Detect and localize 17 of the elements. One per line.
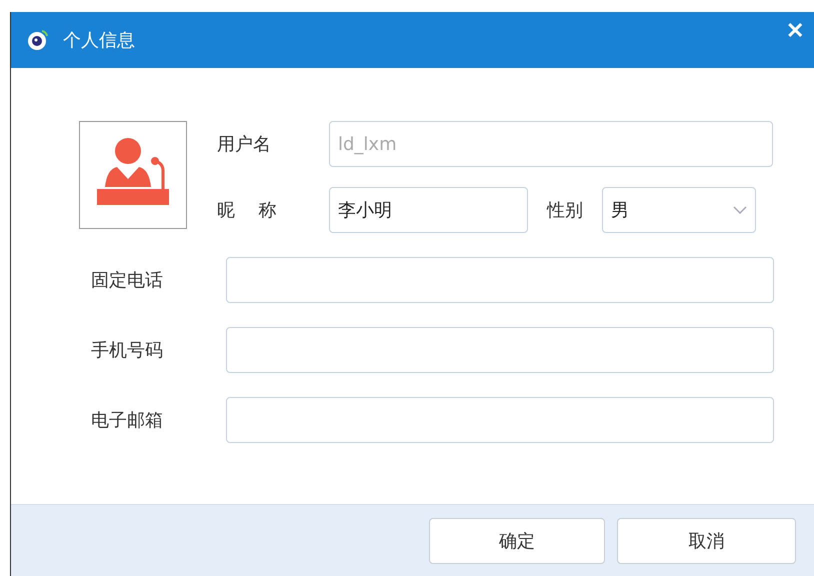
field-label: 固定电话 <box>91 269 164 292</box>
confirm-button[interactable]: 确定 <box>429 518 605 564</box>
field-label: 用户名 <box>217 133 272 156</box>
nickname-field[interactable]: 李小明 <box>329 187 528 233</box>
field-label: 电子邮箱 <box>91 409 164 432</box>
text-field[interactable] <box>226 257 774 303</box>
field-label: 性别 <box>546 199 584 222</box>
field-label: 手机号码 <box>91 339 164 362</box>
text-field[interactable] <box>226 327 774 373</box>
cancel-button[interactable]: 取消 <box>617 518 796 564</box>
text-field[interactable] <box>226 397 774 443</box>
camera-icon <box>27 29 49 51</box>
chevron-down-icon <box>733 206 747 214</box>
field-label: 昵 称 <box>217 199 278 222</box>
gender-dropdown[interactable]: 男 <box>602 187 756 233</box>
close-button[interactable]: ✕ <box>786 18 804 44</box>
window-title: 个人信息 <box>63 29 136 52</box>
